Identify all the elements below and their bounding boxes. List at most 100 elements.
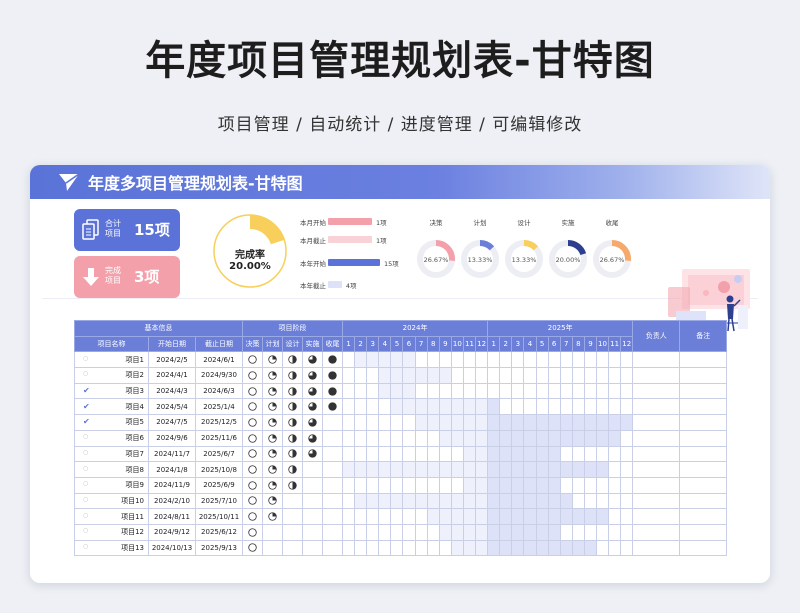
note-cell[interactable] [679, 461, 728, 478]
done-value: 3项 [134, 268, 160, 286]
gantt-cell [559, 367, 573, 384]
gantt-cell [523, 508, 537, 525]
note-cell[interactable] [679, 492, 728, 510]
note-cell[interactable] [679, 523, 728, 541]
phase-cell [302, 445, 323, 463]
gantt-cell [595, 461, 610, 478]
phase-progress-icon [308, 433, 317, 443]
note-cell[interactable] [679, 476, 728, 494]
gantt-cell [523, 398, 537, 416]
gantt-cell [547, 367, 561, 384]
phase-cell [242, 476, 263, 494]
owner-cell[interactable] [632, 445, 681, 463]
gantt-cell [523, 429, 537, 447]
owner-cell[interactable] [632, 523, 681, 541]
owner-cell[interactable] [632, 476, 681, 494]
gantt-cell [366, 445, 380, 463]
gantt-cell [450, 382, 464, 400]
gantt-cell [511, 476, 525, 494]
todo-circle-icon[interactable]: ○ [83, 496, 88, 503]
table-row: ○ 项目13 2024/10/13 2025/9/13 [74, 539, 728, 557]
gantt-cell [414, 476, 428, 494]
note-cell[interactable] [679, 429, 728, 447]
todo-circle-icon[interactable]: ○ [83, 527, 88, 534]
owner-cell[interactable] [632, 461, 681, 478]
gantt-cell [341, 539, 356, 557]
done-check-icon[interactable]: ✔ [83, 402, 90, 411]
donut-value: 13.33% [467, 256, 493, 264]
owner-cell[interactable] [632, 398, 681, 416]
gantt-cell [499, 492, 513, 510]
end-date-cell: 2025/6/12 [195, 523, 243, 541]
col-owner: 负责人 [632, 319, 681, 353]
owner-cell[interactable] [632, 492, 681, 510]
phase-progress-icon [268, 371, 277, 380]
phase-cell [282, 492, 303, 510]
gantt-cell [414, 461, 428, 478]
gantt-cell [450, 476, 464, 494]
note-cell[interactable] [679, 508, 728, 525]
phase-progress-icon [288, 418, 297, 427]
note-cell[interactable] [679, 382, 728, 400]
bar-value: 1项 [376, 219, 387, 227]
gantt-cell [620, 523, 634, 541]
gantt-cell [450, 351, 464, 369]
phase-progress-icon [248, 355, 257, 364]
owner-cell[interactable] [632, 429, 681, 447]
todo-circle-icon[interactable]: ○ [83, 355, 88, 362]
todo-circle-icon[interactable]: ○ [83, 480, 88, 487]
gantt-cell [438, 476, 452, 494]
todo-circle-icon[interactable]: ○ [83, 512, 88, 519]
phase-progress-icon [308, 418, 317, 427]
phase-progress-icon [268, 465, 277, 474]
gantt-cell [547, 476, 561, 494]
owner-cell[interactable] [632, 367, 681, 384]
gantt-cell [595, 351, 610, 369]
gantt-cell [378, 539, 392, 557]
gantt-cell [390, 382, 404, 400]
todo-circle-icon[interactable]: ○ [83, 370, 88, 377]
done-check-icon[interactable]: ✔ [83, 386, 90, 395]
phase-progress-icon [248, 496, 257, 506]
todo-circle-icon[interactable]: ○ [83, 465, 88, 472]
note-cell[interactable] [679, 539, 728, 557]
todo-circle-icon[interactable]: ○ [83, 433, 88, 440]
gantt-cell [438, 523, 452, 541]
gantt-cell [366, 476, 380, 494]
count-bar [328, 218, 372, 225]
gantt-cell [426, 492, 440, 510]
todo-circle-icon[interactable]: ○ [83, 449, 88, 456]
gantt-cell [487, 429, 501, 447]
gantt-cell [378, 382, 392, 400]
owner-cell[interactable] [632, 351, 681, 369]
owner-cell[interactable] [632, 539, 681, 557]
phase-cell [242, 523, 263, 541]
phase-cell [302, 367, 323, 384]
gantt-cell [366, 539, 380, 557]
note-cell[interactable] [679, 398, 728, 416]
done-check-icon[interactable]: ✔ [83, 417, 90, 426]
gantt-cell [595, 367, 610, 384]
phase-cell [282, 414, 303, 431]
owner-cell[interactable] [632, 382, 681, 400]
phase-cell [262, 476, 283, 494]
owner-cell[interactable] [632, 508, 681, 525]
gantt-cell [341, 492, 356, 510]
gantt-cell [583, 508, 597, 525]
start-date-cell: 2024/11/9 [148, 476, 196, 494]
note-cell[interactable] [679, 367, 728, 384]
gantt-cell [499, 461, 513, 478]
note-cell[interactable] [679, 414, 728, 431]
todo-circle-icon[interactable]: ○ [83, 543, 88, 550]
phase-cell [282, 351, 303, 369]
owner-cell[interactable] [632, 414, 681, 431]
gantt-cell [462, 429, 477, 447]
gantt-cell [608, 492, 622, 510]
month-header: 7 [559, 335, 573, 353]
end-date-cell: 2025/7/10 [195, 492, 243, 510]
note-cell[interactable] [679, 445, 728, 463]
note-cell[interactable] [679, 351, 728, 369]
project-name: 项目4 [125, 402, 144, 411]
gantt-cell [426, 382, 440, 400]
phase-cell [242, 382, 263, 400]
